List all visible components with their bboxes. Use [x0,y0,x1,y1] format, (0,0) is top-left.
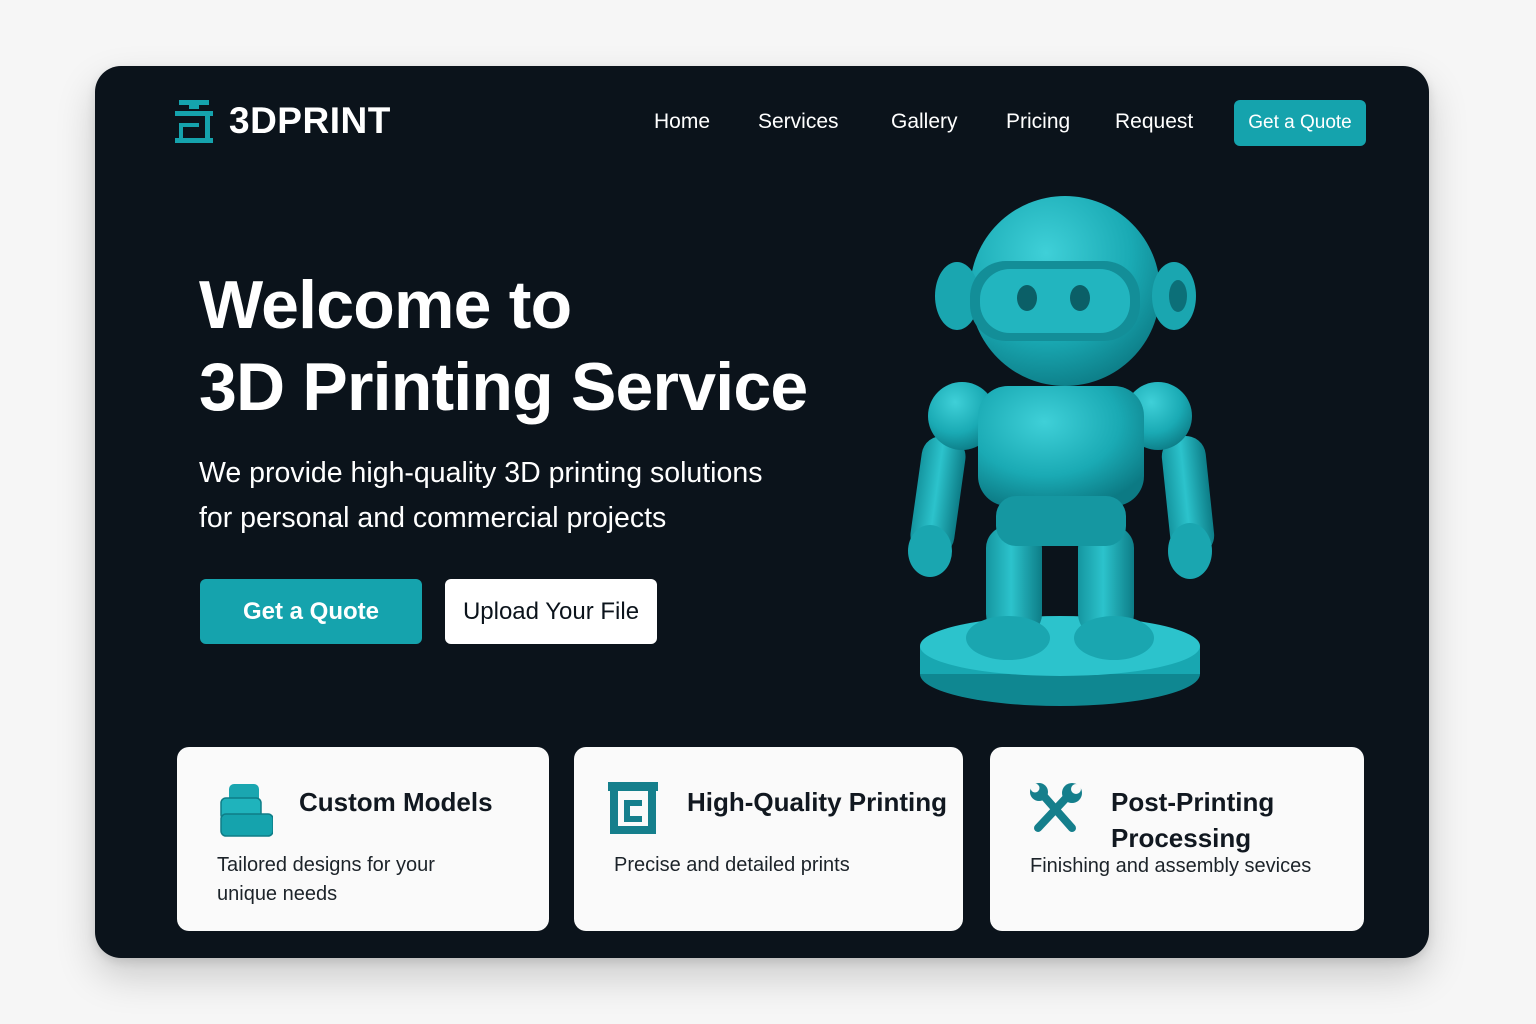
hero-title: Welcome to 3D Printing Service [199,264,808,428]
hero-title-line-2: 3D Printing Service [199,349,808,425]
nav-services[interactable]: Services [758,110,839,134]
nav-get-quote-button[interactable]: Get a Quote [1234,100,1366,146]
feature-description: Precise and detailed prints [614,851,850,880]
feature-title: High-Quality Printing [687,784,947,820]
feature-title-line-2: Processing [1111,823,1252,853]
hero-subtitle-line-1: We provide high-quality 3D printing solu… [199,457,763,489]
layers-block-icon [220,784,273,837]
feature-title-text: High-Quality Printing [687,787,947,817]
feature-description: Finishing and assembly sevices [1030,852,1311,881]
3d-printer-icon [175,100,213,143]
feature-title: Custom Models [299,784,493,820]
logo-text: 3DPRINT [229,100,391,141]
robot-figurine-image [908,196,1215,706]
nav-pricing[interactable]: Pricing [1006,110,1070,134]
site-frame: 3DPRINT Home Services Gallery Pricing Re… [95,66,1429,958]
hero-subtitle: We provide high-quality 3D printing solu… [199,451,849,541]
hero-title-line-1: Welcome to [199,267,572,343]
feature-description: Tailored designs for your unique needs [217,851,435,909]
feature-title: Post-Printing Processing [1111,784,1274,856]
get-quote-button[interactable]: Get a Quote [200,579,422,644]
nav-home[interactable]: Home [654,110,710,134]
printer-frame-icon [608,782,658,834]
feature-card-post-printing-processing[interactable]: Post-Printing Processing Finishing and a… [990,747,1364,931]
feature-description-line-1: Precise and detailed prints [614,854,850,876]
feature-title-text: Custom Models [299,787,493,817]
feature-description-line-1: Tailored designs for your [217,854,435,876]
logo[interactable]: 3DPRINT [173,98,391,144]
feature-description-line-2: unique needs [217,883,338,905]
feature-card-custom-models[interactable]: Custom Models Tailored designs for your … [177,747,549,931]
feature-card-high-quality-printing[interactable]: High-Quality Printing Precise and detail… [574,747,963,931]
nav-gallery[interactable]: Gallery [891,110,958,134]
upload-file-button[interactable]: Upload Your File [445,579,657,644]
nav-request[interactable]: Request [1115,110,1193,134]
feature-title-line-1: Post-Printing [1111,787,1275,817]
tools-icon [1030,783,1082,832]
hero-subtitle-line-2: for personal and commercial projects [199,502,667,534]
feature-description-line-1: Finishing and assembly sevices [1030,855,1312,877]
